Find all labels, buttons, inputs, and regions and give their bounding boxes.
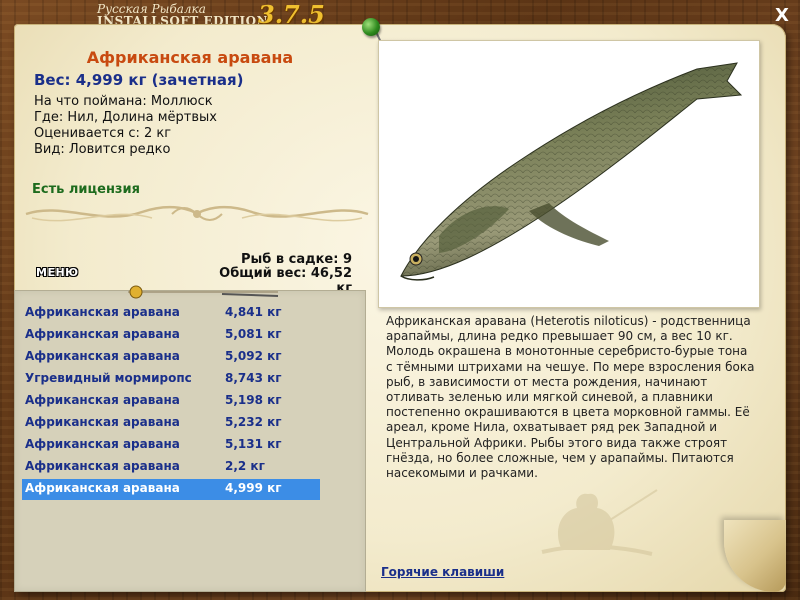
catch-fish-name: Африканская аравана bbox=[25, 415, 180, 429]
close-icon: X bbox=[775, 5, 789, 26]
fish-bait: На что поймана: Моллюск bbox=[34, 94, 213, 109]
fish-kind: Вид: Ловится редко bbox=[34, 142, 171, 157]
catch-row[interactable]: Африканская аравана 5,131 кг bbox=[22, 435, 320, 456]
catch-fish-name: Африканская аравана bbox=[25, 437, 180, 451]
license-status: Есть лицензия bbox=[32, 182, 140, 197]
fish-place: Где: Нил, Долина мёртвых bbox=[34, 110, 217, 125]
catch-fish-name: Угревидный мормиропс bbox=[25, 371, 192, 385]
catch-fish-name: Африканская аравана bbox=[25, 305, 180, 319]
fish-description: Африканская аравана (Heterotis niloticus… bbox=[386, 314, 755, 481]
catch-row[interactable]: Африканская аравана 2,2 кг bbox=[22, 457, 320, 478]
catch-fish-name: Африканская аравана bbox=[25, 349, 180, 363]
catch-fish-name: Африканская аравана bbox=[25, 481, 180, 495]
fish-name: Африканская аравана bbox=[86, 48, 294, 67]
catch-fish-weight: 5,131 кг bbox=[225, 437, 282, 451]
catch-fish-weight: 8,743 кг bbox=[225, 371, 282, 385]
catch-row[interactable]: Африканская аравана 5,092 кг bbox=[22, 347, 320, 368]
catch-fish-weight: 2,2 кг bbox=[225, 459, 265, 473]
catch-fish-weight: 5,092 кг bbox=[225, 349, 282, 363]
catch-row[interactable]: Африканская аравана 4,841 кг bbox=[22, 303, 320, 324]
fishing-float-icon bbox=[128, 285, 279, 299]
catch-fish-weight: 5,081 кг bbox=[225, 327, 282, 341]
catch-fish-weight: 5,198 кг bbox=[225, 393, 282, 407]
hotkeys-link[interactable]: Горячие клавиши bbox=[381, 565, 504, 579]
green-pushpin-icon bbox=[362, 18, 380, 36]
catch-row[interactable]: Африканская аравана 5,198 кг bbox=[22, 391, 320, 412]
catch-row[interactable]: Угревидный мормиропс 8,743 кг bbox=[22, 369, 320, 390]
catch-fish-weight: 5,232 кг bbox=[225, 415, 282, 429]
catch-fish-name: Африканская аравана bbox=[25, 459, 180, 473]
catch-row[interactable]: Африканская аравана 5,081 кг bbox=[22, 325, 320, 346]
menu-button[interactable]: МЕНЮ bbox=[34, 266, 81, 279]
keepnet-count: Рыб в садке: 9 bbox=[240, 252, 352, 267]
fish-weight: Вес: 4,999 кг (зачетная) bbox=[34, 71, 244, 89]
fish-photo-frame bbox=[378, 40, 760, 308]
catch-row[interactable]: Африканская аравана 5,232 кг bbox=[22, 413, 320, 434]
fish-rated-from: Оценивается с: 2 кг bbox=[34, 126, 172, 141]
ornament-flourish-icon bbox=[25, 205, 369, 222]
catch-fish-name: Африканская аравана bbox=[25, 393, 180, 407]
catch-fish-weight: 4,999 кг bbox=[225, 481, 282, 495]
close-button[interactable]: X bbox=[772, 6, 792, 26]
fisherman-logo-icon bbox=[541, 489, 658, 556]
arawana-fish-photo bbox=[400, 62, 743, 281]
catch-row[interactable]: Африканская аравана 4,999 кг bbox=[22, 479, 320, 500]
catch-fish-name: Африканская аравана bbox=[25, 327, 180, 341]
catch-fish-weight: 4,841 кг bbox=[225, 305, 282, 319]
